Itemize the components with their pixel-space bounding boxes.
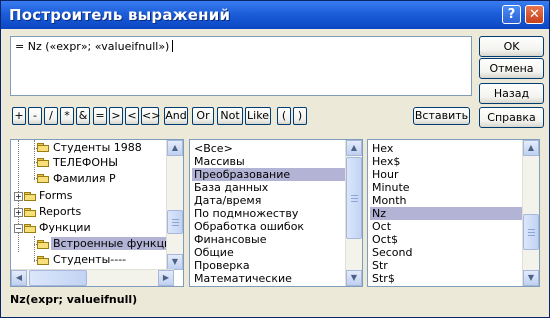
scroll-down-icon[interactable]: ▼ xyxy=(346,270,362,286)
scroll-down-icon[interactable]: ▼ xyxy=(167,254,183,270)
tree-item-selected[interactable]: Встроенные функции xyxy=(51,237,178,250)
function-scrollbar[interactable]: ▲ ▼ xyxy=(522,140,539,286)
operator-not-button[interactable]: Not xyxy=(217,107,243,125)
list-item[interactable]: Hex xyxy=(372,142,393,155)
expand-icon[interactable]: + xyxy=(14,192,23,201)
list-item[interactable]: Массивы xyxy=(194,155,245,168)
operator-concat-button[interactable]: & xyxy=(76,107,90,125)
scroll-thumb[interactable] xyxy=(346,157,362,239)
collapse-icon[interactable]: − xyxy=(14,224,23,233)
expression-input[interactable]: = Nz («expr»; «valueifnull») xyxy=(10,36,472,96)
tree-line xyxy=(34,236,35,262)
expression-builder-dialog: Построитель выражений ? ✕ = Nz («expr»; … xyxy=(0,0,550,318)
help-title-button[interactable]: ? xyxy=(502,5,521,24)
tree-item[interactable]: Reports xyxy=(39,205,81,218)
expression-text: = Nz («expr»; «valueifnull») xyxy=(15,40,170,53)
list-item[interactable]: Обработка ошибок xyxy=(194,220,304,233)
operator-open-paren-button[interactable]: ( xyxy=(277,107,291,125)
scroll-right-icon[interactable]: ▶ xyxy=(158,270,174,286)
list-item[interactable]: Общие xyxy=(194,246,234,259)
folder-icon xyxy=(37,158,49,167)
operator-or-button[interactable]: Or xyxy=(192,107,214,125)
function-list[interactable]: Hex Hex$ Hour Minute Month Nz Oct Oct$ S… xyxy=(367,139,540,287)
tree-item[interactable]: Функции xyxy=(39,221,91,234)
list-item[interactable]: По подмножеству xyxy=(194,207,298,220)
list-item[interactable]: Month xyxy=(372,194,406,207)
list-item[interactable]: Финансовые xyxy=(194,233,266,246)
list-item[interactable]: База данных xyxy=(194,181,268,194)
paste-button[interactable]: Вставить xyxy=(413,107,470,125)
list-item[interactable]: Hour xyxy=(372,168,399,181)
list-item-selected[interactable]: Преобразование xyxy=(192,168,346,181)
object-tree[interactable]: Студенты 1988 ТЕЛЕФОНЫ Фамилия Р + Forms… xyxy=(10,139,184,287)
list-item[interactable]: Oct xyxy=(372,220,391,233)
folder-icon xyxy=(37,256,49,265)
operator-minus-button[interactable]: - xyxy=(28,107,42,125)
scroll-down-icon[interactable]: ▼ xyxy=(523,270,539,286)
ok-button[interactable]: OK xyxy=(479,36,544,57)
tree-vertical-scrollbar[interactable]: ▲ ▼ xyxy=(166,140,183,270)
list-item[interactable]: Проверка xyxy=(194,259,250,272)
scroll-thumb[interactable] xyxy=(523,214,539,250)
operator-like-button[interactable]: Like xyxy=(245,107,271,125)
scroll-up-icon[interactable]: ▲ xyxy=(523,140,539,156)
operator-equals-button[interactable]: = xyxy=(93,107,107,125)
tree-item[interactable]: Forms xyxy=(39,189,72,202)
scroll-thumb[interactable] xyxy=(29,270,87,286)
list-item[interactable]: Математические xyxy=(194,272,292,285)
tree-line xyxy=(34,140,35,180)
help-button[interactable]: Справка xyxy=(479,107,544,128)
scroll-up-icon[interactable]: ▲ xyxy=(167,140,183,156)
operator-plus-button[interactable]: + xyxy=(12,107,26,125)
list-item[interactable]: <Все> xyxy=(194,142,233,155)
tree-item[interactable]: Студенты---- xyxy=(53,253,126,266)
operator-and-button[interactable]: And xyxy=(164,107,188,125)
category-scrollbar[interactable]: ▲ ▼ xyxy=(345,140,362,286)
expand-icon[interactable]: + xyxy=(14,208,23,217)
operator-less-button[interactable]: < xyxy=(125,107,139,125)
list-item[interactable]: Minute xyxy=(372,181,410,194)
tree-horizontal-scrollbar[interactable]: ◀ ▶ xyxy=(11,269,174,286)
close-button[interactable]: ✕ xyxy=(525,5,544,24)
folder-icon xyxy=(24,192,36,201)
folder-icon xyxy=(37,174,49,183)
list-item[interactable]: Second xyxy=(372,246,412,259)
category-list[interactable]: <Все> Массивы Преобразование База данных… xyxy=(189,139,363,287)
list-item[interactable]: Дата/время xyxy=(194,194,261,207)
scroll-thumb[interactable] xyxy=(167,210,183,234)
operator-multiply-button[interactable]: * xyxy=(60,107,74,125)
list-item[interactable]: Hex$ xyxy=(372,155,400,168)
scroll-up-icon[interactable]: ▲ xyxy=(346,140,362,156)
back-button[interactable]: Назад xyxy=(479,83,544,104)
tree-item[interactable]: Фамилия Р xyxy=(53,172,116,185)
list-item[interactable]: Str$ xyxy=(372,272,395,285)
tree-item[interactable]: Студенты 1988 xyxy=(53,141,142,154)
operator-divide-button[interactable]: / xyxy=(44,107,58,125)
text-caret xyxy=(172,40,174,52)
operator-close-paren-button[interactable]: ) xyxy=(293,107,307,125)
operator-greater-button[interactable]: > xyxy=(109,107,123,125)
tree-item[interactable]: ТЕЛЕФОНЫ xyxy=(53,156,118,169)
window-title: Построитель выражений xyxy=(9,6,231,24)
syntax-hint: Nz(expr; valueifnull) xyxy=(10,293,138,306)
operator-not-equal-button[interactable]: <> xyxy=(141,107,160,125)
folder-icon xyxy=(24,208,36,217)
title-bar: Построитель выражений ? ✕ xyxy=(1,1,549,29)
scroll-left-icon[interactable]: ◀ xyxy=(11,270,27,286)
open-folder-icon xyxy=(37,240,49,249)
folder-icon xyxy=(37,143,49,152)
list-item[interactable]: Oct$ xyxy=(372,233,398,246)
cancel-button[interactable]: Отмена xyxy=(479,58,544,79)
list-item[interactable]: Str xyxy=(372,259,388,272)
folder-icon xyxy=(24,224,36,233)
list-item-selected[interactable]: Nz xyxy=(370,207,524,220)
